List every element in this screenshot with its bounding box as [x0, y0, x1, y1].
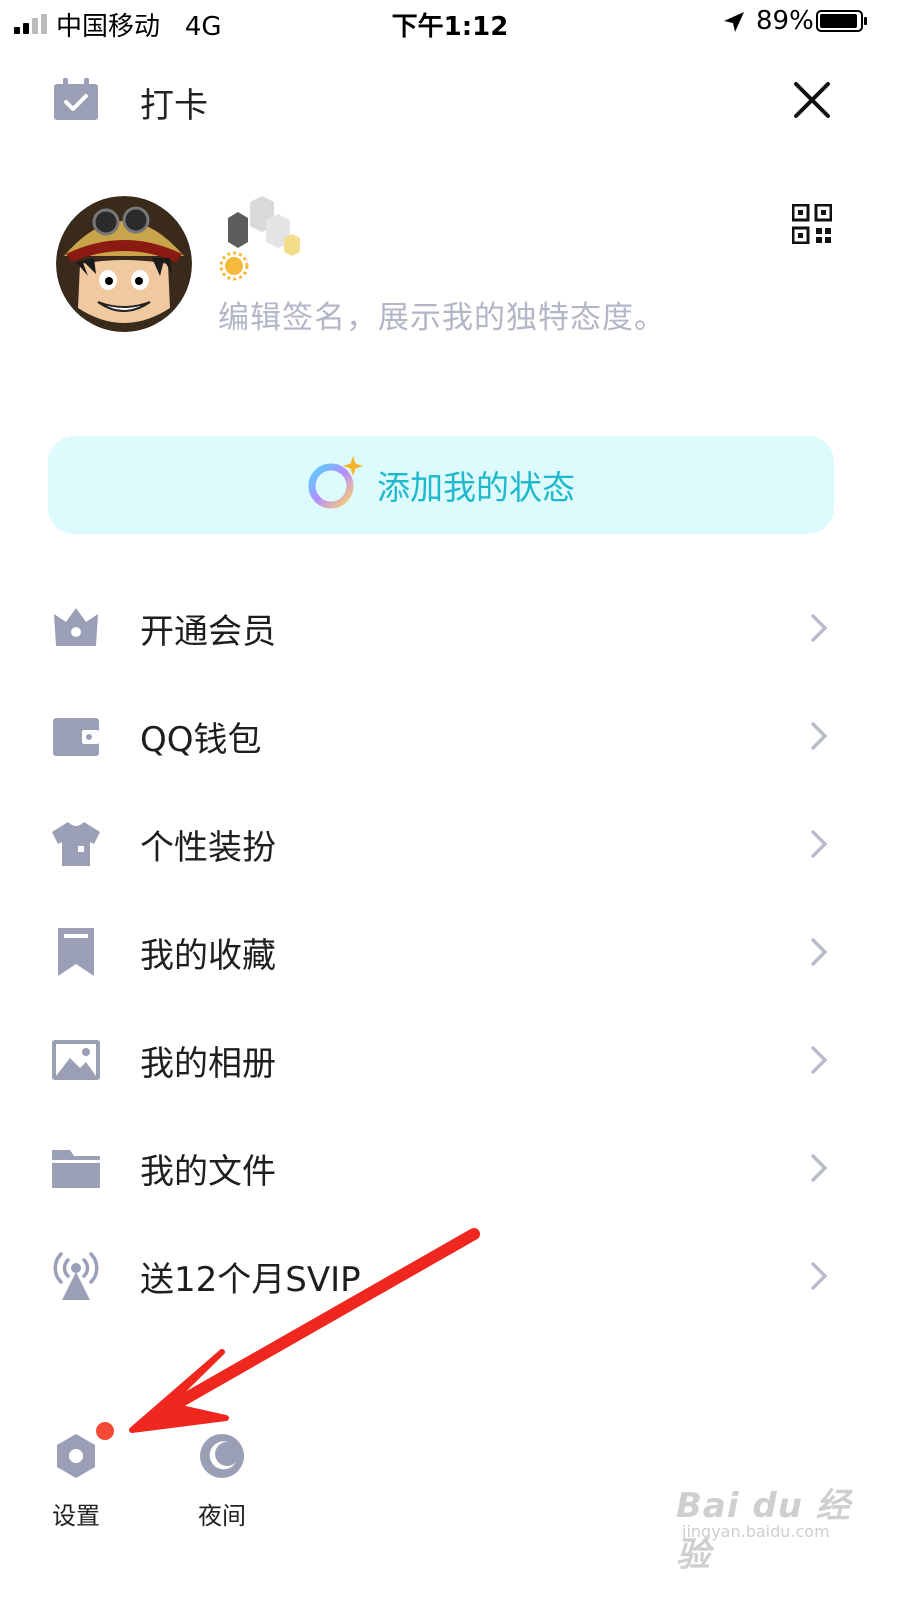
chevron-right-icon: [811, 614, 828, 642]
avatar-image: [56, 196, 192, 332]
status-ring-icon: [308, 456, 363, 509]
menu-label: 个性装扮: [140, 828, 276, 868]
night-mode-button[interactable]: 夜间: [186, 1424, 258, 1534]
battery-icon: [816, 10, 867, 32]
calendar-check-icon[interactable]: [52, 78, 100, 122]
level-icons[interactable]: [218, 250, 358, 282]
image-icon: [52, 1040, 100, 1080]
menu-item-wallet[interactable]: QQ钱包: [0, 682, 900, 790]
menu-label: 我的文件: [140, 1152, 276, 1192]
wallet-icon: [53, 718, 99, 756]
gear-icon: [57, 1434, 95, 1478]
menu-item-files[interactable]: 我的文件: [0, 1114, 900, 1222]
avatar[interactable]: [56, 196, 192, 332]
checkin-label[interactable]: 打卡: [140, 78, 208, 127]
chevron-right-icon: [811, 1154, 828, 1182]
settings-button[interactable]: 设置: [40, 1424, 112, 1534]
sun-icon: [219, 251, 249, 281]
menu-label: 送12个月SVIP: [140, 1260, 361, 1300]
close-icon[interactable]: [792, 80, 832, 120]
add-status-label: 添加我的状态: [377, 468, 575, 507]
menu-item-album[interactable]: 我的相册: [0, 1006, 900, 1114]
menu-item-favorites[interactable]: 我的收藏: [0, 898, 900, 1006]
signature-placeholder[interactable]: 编辑签名，展示我的独特态度。: [218, 292, 666, 337]
nickname-mosaic: [228, 196, 300, 256]
menu-label: 开通会员: [140, 612, 276, 652]
menu-item-theme[interactable]: 个性装扮: [0, 790, 900, 898]
menu-item-svip-gift[interactable]: 送12个月SVIP: [0, 1222, 900, 1330]
status-bar: 中国移动 4G 下午1:12 89%: [0, 0, 900, 44]
menu-label: QQ钱包: [140, 720, 262, 760]
notification-badge: [96, 1422, 114, 1440]
chevron-right-icon: [811, 830, 828, 858]
tshirt-icon: [52, 822, 100, 866]
battery-percent: 89%: [756, 6, 814, 36]
bookmark-icon: [58, 928, 94, 976]
qr-code-icon[interactable]: [792, 204, 832, 244]
broadcast-icon: [53, 1252, 99, 1300]
location-arrow-icon: [724, 12, 744, 32]
chevron-right-icon: [811, 938, 828, 966]
menu-item-vip[interactable]: 开通会员: [0, 574, 900, 682]
add-status-button[interactable]: 添加我的状态: [48, 436, 834, 534]
moon-icon: [322, 254, 340, 278]
chevron-right-icon: [811, 1046, 828, 1074]
folder-icon: [52, 1150, 100, 1188]
watermark-sub: jingyan.baidu.com: [682, 1522, 830, 1541]
moon-icon: [200, 1434, 244, 1478]
menu-label: 我的收藏: [140, 936, 276, 976]
crown-icon: [54, 608, 98, 646]
settings-label: 设置: [52, 1502, 100, 1530]
chevron-right-icon: [811, 1262, 828, 1290]
baidu-watermark: Bai du 经验 jingyan.baidu.com: [676, 1478, 856, 1575]
chevron-right-icon: [811, 722, 828, 750]
menu-label: 我的相册: [140, 1044, 276, 1084]
moon-icon: [258, 254, 276, 278]
night-label: 夜间: [198, 1502, 246, 1530]
moon-icon: [290, 254, 308, 278]
